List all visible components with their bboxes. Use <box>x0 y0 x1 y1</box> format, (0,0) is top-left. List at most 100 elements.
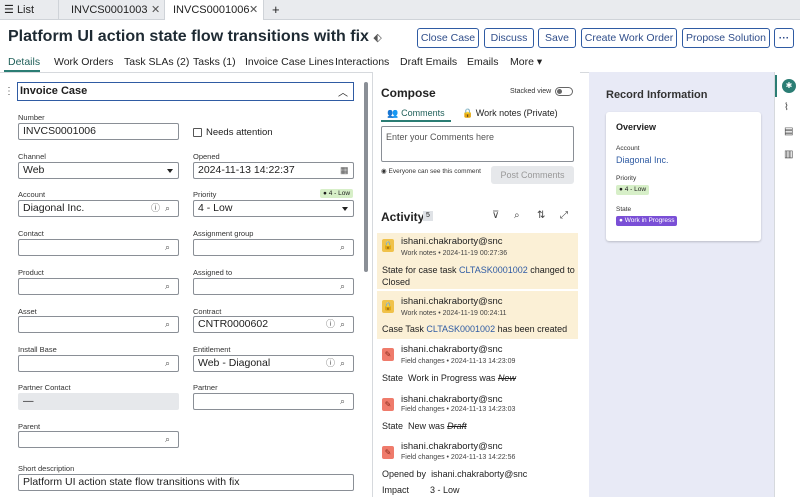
tab-interactions[interactable]: Interactions <box>335 54 389 72</box>
book-icon[interactable]: ▥ <box>784 149 793 160</box>
install-base-field[interactable]: ⌕ <box>18 355 179 372</box>
short-description-field[interactable]: Platform UI action state flow transition… <box>18 474 354 491</box>
parent-field[interactable]: ⌕ <box>18 431 179 448</box>
tab-more[interactable]: More ▾ <box>510 54 542 72</box>
dot-icon: ● <box>323 190 327 197</box>
state-badge: ● Work in Progress <box>616 216 678 226</box>
list-tab[interactable]: ☰ List <box>4 0 34 20</box>
activity-entry: 🔒 ishani.chakraborty@snc Work notes • 20… <box>377 233 578 289</box>
tag-icon[interactable]: ⬖ <box>373 32 381 44</box>
task-link[interactable]: CLTASK0001002 <box>426 324 495 334</box>
section-header-invoice-case[interactable]: Invoice Case ︿ <box>17 82 354 101</box>
caret-down-icon: ▾ <box>536 56 543 68</box>
info-icon[interactable]: ⓘ <box>151 201 160 216</box>
expand-icon[interactable]: ⤢ <box>560 210 568 221</box>
insights-icon[interactable]: ✱ <box>782 79 796 93</box>
visibility-note: ◉ Everyone can see this comment <box>381 168 481 175</box>
opened-field[interactable]: 2024-11-13 14:22:37 ▦ <box>193 162 354 179</box>
discuss-button[interactable]: Discuss <box>484 28 534 48</box>
contract-field[interactable]: CNTR0000602 ⓘ ⌕ <box>193 316 354 333</box>
tab-work-orders[interactable]: Work Orders <box>54 54 113 72</box>
chevron-down-icon <box>342 207 348 211</box>
close-icon[interactable]: ✕ <box>151 0 160 20</box>
search-icon[interactable]: ⌕ <box>165 356 170 371</box>
document-icon[interactable]: ▤ <box>784 126 793 137</box>
search-icon[interactable]: ⌕ <box>340 240 345 255</box>
activity-entry: ✎ ishani.chakraborty@snc Field changes •… <box>382 394 516 431</box>
info-icon[interactable]: ⓘ <box>326 356 335 371</box>
search-icon[interactable]: ⌕ <box>340 317 345 332</box>
account-link[interactable]: Diagonal Inc. <box>616 155 669 165</box>
assigned-to-field[interactable]: ⌕ <box>193 278 354 295</box>
pencil-icon: ✎ <box>382 398 394 411</box>
comment-input[interactable]: Enter your Comments here <box>381 126 574 162</box>
calendar-icon[interactable]: ▦ <box>340 163 349 178</box>
partner-field[interactable]: ⌕ <box>193 393 354 410</box>
tab-comments[interactable]: 👥 Comments <box>381 108 451 122</box>
number-field[interactable]: INVCS0001006 <box>18 123 179 140</box>
filter-icon[interactable]: ⊽ <box>492 210 499 221</box>
lock-icon: 🔒 <box>462 108 474 118</box>
tab-draft-emails[interactable]: Draft Emails <box>400 54 457 72</box>
stacked-view-toggle[interactable] <box>555 87 573 96</box>
chevron-up-icon[interactable]: ︿ <box>338 84 348 99</box>
tab-invcs0001003[interactable]: INVCS0001003 ✕ <box>58 0 164 20</box>
lock-icon: 🔒 <box>382 300 394 313</box>
active-indicator <box>775 75 777 97</box>
toggle-knob <box>557 89 562 94</box>
pencil-icon: ✎ <box>382 348 394 361</box>
tab-invoice-case-lines[interactable]: Invoice Case Lines <box>245 54 334 72</box>
close-case-button[interactable]: Close Case <box>417 28 479 48</box>
product-field[interactable]: ⌕ <box>18 278 179 295</box>
channel-select[interactable]: Web <box>18 162 179 179</box>
scrollbar[interactable] <box>364 82 368 272</box>
search-icon[interactable]: ⌕ <box>340 279 345 294</box>
task-link[interactable]: CLTASK0001002 <box>459 265 528 275</box>
sort-icon[interactable]: ⇅ <box>537 210 545 221</box>
assignment-group-field[interactable]: ⌕ <box>193 239 354 256</box>
lock-icon: 🔒 <box>382 239 394 252</box>
more-actions-button[interactable]: ··· <box>774 28 794 48</box>
add-tab-button[interactable]: + <box>272 0 280 20</box>
asset-field[interactable]: ⌕ <box>18 316 179 333</box>
search-icon[interactable]: ⌕ <box>514 210 520 221</box>
overview-card: Overview Account Diagonal Inc. Priority … <box>606 112 761 241</box>
tab-work-notes[interactable]: 🔒 Work notes (Private) <box>462 108 558 119</box>
priority-badge: ● 4 - Low <box>320 189 354 198</box>
needs-attention-checkbox[interactable] <box>193 128 202 137</box>
tab-invcs0001006[interactable]: INVCS0001006 ✕ <box>164 0 264 20</box>
chevron-down-icon <box>167 169 173 173</box>
info-icon[interactable]: ⓘ <box>326 317 335 332</box>
activity-entry: ✎ ishani.chakraborty@snc Field changes •… <box>382 441 528 495</box>
create-work-order-button[interactable]: Create Work Order <box>581 28 677 48</box>
save-button[interactable]: Save <box>538 28 576 48</box>
activity-title: Activity <box>381 210 425 224</box>
tab-task-slas[interactable]: Task SLAs (2) <box>124 54 189 72</box>
search-icon[interactable]: ⌕ <box>340 356 345 371</box>
attachment-icon[interactable]: ⌇ <box>784 102 789 113</box>
search-icon[interactable]: ⌕ <box>340 394 345 409</box>
post-comments-button[interactable]: Post Comments <box>491 166 574 184</box>
search-icon[interactable]: ⌕ <box>165 279 170 294</box>
contact-field[interactable]: ⌕ <box>18 239 179 256</box>
tab-emails[interactable]: Emails <box>467 54 499 72</box>
list-icon: ☰ <box>4 4 14 16</box>
priority-select[interactable]: 4 - Low <box>193 200 354 217</box>
drag-handle-icon[interactable]: ⋮ <box>4 86 14 97</box>
browser-tab-strip: ☰ List INVCS0001003 ✕ INVCS0001006 ✕ + <box>0 0 800 20</box>
close-icon[interactable]: ✕ <box>249 0 258 20</box>
entitlement-field[interactable]: Web - Diagonal ⓘ ⌕ <box>193 355 354 372</box>
record-info-title: Record Information <box>606 89 708 101</box>
dot-icon: ● <box>619 217 623 224</box>
dot-icon: ● <box>619 186 623 193</box>
tab-tasks[interactable]: Tasks (1) <box>193 54 236 72</box>
search-icon[interactable]: ⌕ <box>165 240 170 255</box>
tab-details[interactable]: Details <box>4 54 40 72</box>
priority-badge: ● 4 - Low <box>616 185 650 195</box>
search-icon[interactable]: ⌕ <box>165 432 170 447</box>
search-icon[interactable]: ⌕ <box>165 201 170 216</box>
search-icon[interactable]: ⌕ <box>165 317 170 332</box>
account-field[interactable]: Diagonal Inc. ⓘ ⌕ <box>18 200 179 217</box>
pencil-icon: ✎ <box>382 446 394 459</box>
propose-solution-button[interactable]: Propose Solution <box>682 28 770 48</box>
